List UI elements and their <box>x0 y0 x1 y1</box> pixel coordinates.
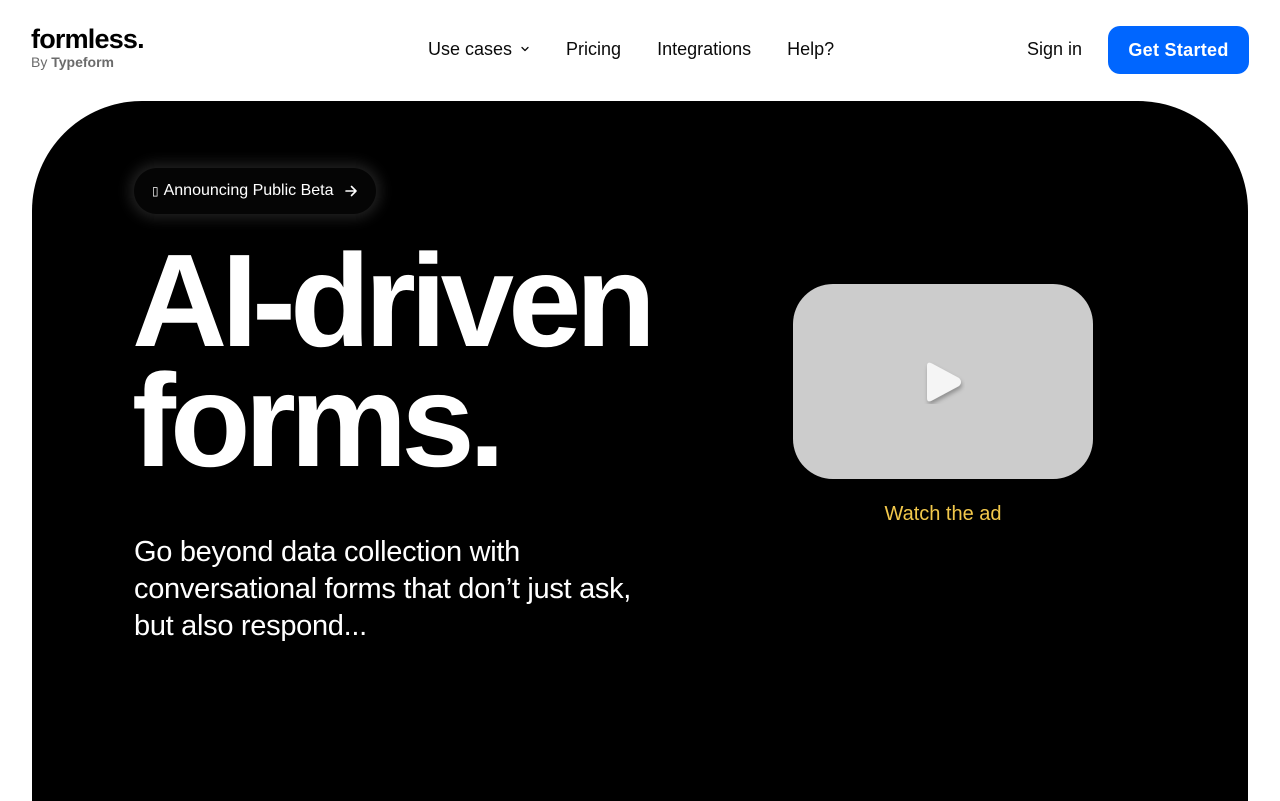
logo[interactable]: formless. By Typeform <box>31 24 145 70</box>
sparkle-icon: ▯ <box>152 184 159 198</box>
logo-wordmark: formless. <box>31 24 145 54</box>
site-header: formless. By Typeform Use cases Pricing … <box>0 0 1280 100</box>
nav-help[interactable]: Help? <box>787 37 834 61</box>
arrow-right-icon <box>344 185 357 197</box>
hero-section: ▯ Announcing Public Beta AI-driven forms… <box>32 101 1248 801</box>
sign-in-link[interactable]: Sign in <box>1027 37 1082 61</box>
nav-pricing-label: Pricing <box>566 39 622 59</box>
watch-the-ad-link[interactable]: Watch the ad <box>793 501 1093 527</box>
play-icon[interactable] <box>921 360 965 404</box>
hero-subtext: Go beyond data collection with conversat… <box>134 536 632 642</box>
main-nav: Use cases Pricing Integrations Help? <box>428 37 834 61</box>
logo-by-prefix: By <box>31 54 48 70</box>
hero-headline: AI-driven forms. <box>132 235 656 487</box>
nav-use-cases[interactable]: Use cases <box>428 37 530 61</box>
nav-use-cases-label: Use cases <box>428 39 513 59</box>
announcement-label: Announcing Public Beta <box>163 182 334 199</box>
get-started-button[interactable]: Get Started <box>1108 26 1249 74</box>
video-player[interactable] <box>793 284 1093 479</box>
logo-byline: By Typeform <box>31 54 144 70</box>
chevron-down-icon <box>521 46 529 52</box>
nav-integrations[interactable]: Integrations <box>657 37 751 61</box>
nav-integrations-label: Integrations <box>657 39 752 59</box>
logo-by-brand: Typeform <box>51 54 114 70</box>
nav-help-label: Help? <box>787 39 835 59</box>
nav-pricing[interactable]: Pricing <box>566 37 621 61</box>
announcement-pill[interactable]: ▯ Announcing Public Beta <box>134 168 376 214</box>
headline-line-2: forms. <box>132 347 505 494</box>
